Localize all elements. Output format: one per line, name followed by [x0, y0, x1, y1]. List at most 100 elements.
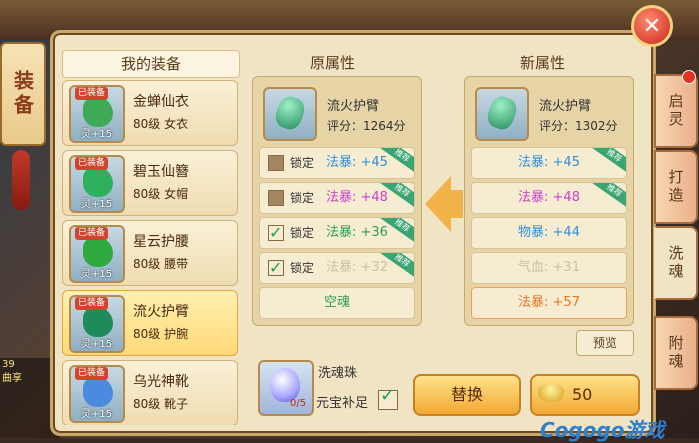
equipment-thumbnail: 已装备 灵+15 — [69, 155, 125, 213]
equipment-item[interactable]: 已装备 灵+15 星云护腰 80级 腰带 — [62, 220, 238, 286]
tab-label: 附魂 — [666, 335, 685, 371]
attr-text: 法暴: +36 — [326, 225, 388, 240]
equipment-list[interactable]: 已装备 灵+15 金蝉仙衣 80级 女衣 已装备 灵+15 碧玉仙簪 80级 女… — [62, 80, 238, 425]
attr-text: 法暴: +45 — [326, 155, 388, 170]
level-tag: 灵+15 — [81, 339, 113, 350]
soul-pearl-slot[interactable]: 0/5 — [258, 360, 314, 416]
clothes-icon — [83, 97, 113, 127]
equipment-item[interactable]: 已装备 灵+15 金蝉仙衣 80级 女衣 — [62, 80, 238, 146]
new-attr-row: 法暴: +45 推荐 — [471, 147, 627, 179]
level-tag: 灵+15 — [81, 409, 113, 420]
new-attr-panel: 流火护臂 评分：1302分 法暴: +45 推荐 法暴: +48 推荐 物暴: … — [464, 76, 634, 326]
equipment-name: 金蝉仙衣 — [133, 94, 189, 110]
lock-checkbox[interactable] — [268, 190, 284, 206]
original-attr-row: 锁定 法暴: +32 推荐 — [259, 252, 415, 284]
new-attr-title: 新属性 — [520, 54, 566, 72]
pearl-icon — [270, 368, 300, 402]
equipment-banner: 装备 — [0, 42, 46, 146]
equipped-badge: 已装备 — [75, 157, 109, 170]
equipment-meta: 80级 腰带 — [133, 257, 189, 271]
lock-label: 锁定 — [290, 156, 315, 170]
original-score: 评分：1264分 — [327, 119, 406, 133]
equipment-meta: 80级 靴子 — [133, 397, 189, 411]
new-equipment-thumb — [475, 87, 529, 141]
new-equipment-name: 流火护臂 — [539, 99, 592, 114]
lock-label: 锁定 — [290, 226, 315, 240]
boots-icon — [83, 377, 113, 407]
bracer-icon — [272, 93, 308, 133]
auto-fill-checkbox[interactable] — [378, 385, 398, 410]
banner-title: 装备 — [10, 70, 35, 118]
level-tag: 灵+15 — [81, 129, 113, 140]
bracer-icon — [83, 307, 113, 337]
lock-label: 锁定 — [290, 261, 315, 275]
gold-ingot-icon — [538, 384, 564, 402]
replace-button[interactable]: 替换 — [413, 374, 521, 416]
equipment-name: 星云护腰 — [133, 234, 189, 250]
arrow-left-icon — [425, 176, 451, 232]
original-attr-row: 锁定 法暴: +48 推荐 — [259, 182, 415, 214]
arrow-left-icon-tail — [451, 190, 463, 218]
level-tag: 灵+15 — [81, 269, 113, 280]
lock-checkbox-checked[interactable] — [268, 218, 284, 248]
wash-soul-cost-button[interactable]: 50 — [530, 374, 640, 416]
tab-qiling[interactable]: 启灵 — [654, 74, 698, 148]
tab-xihun[interactable]: 洗魂 — [654, 226, 698, 300]
original-attr-panel: 流火护臂 评分：1264分 锁定 法暴: +45 推荐 锁定 法暴: +48 推… — [252, 76, 422, 326]
equipped-badge: 已装备 — [75, 367, 109, 380]
new-attr-row: 物暴: +44 — [471, 217, 627, 249]
close-button[interactable]: ✕ — [631, 5, 673, 47]
equipment-thumbnail: 已装备 灵+15 — [69, 365, 125, 423]
tab-label: 启灵 — [666, 93, 685, 129]
pearl-name: 洗魂珠 — [318, 366, 358, 381]
equipment-item[interactable]: 已装备 灵+15 乌光神靴 80级 靴子 — [62, 360, 238, 425]
equipment-name: 流火护臂 — [133, 304, 189, 320]
equipment-item-selected[interactable]: 已装备 灵+15 流火护臂 80级 护腕 — [62, 290, 238, 356]
notification-dot — [682, 70, 696, 84]
new-attr-row: 法暴: +57 — [471, 287, 627, 319]
equipment-name: 乌光神靴 — [133, 374, 189, 390]
belt-icon — [83, 237, 113, 267]
original-attr-row: 锁定 法暴: +45 推荐 — [259, 147, 415, 179]
lock-checkbox[interactable] — [268, 155, 284, 171]
attr-text: 气血: +31 — [518, 260, 580, 275]
equipment-meta: 80级 护腕 — [133, 327, 189, 341]
empty-soul-label: 空魂 — [323, 295, 350, 310]
equipment-thumbnail: 已装备 灵+15 — [69, 295, 125, 353]
equipment-name: 碧玉仙簪 — [133, 164, 189, 180]
original-attr-row: 锁定 法暴: +36 推荐 — [259, 217, 415, 249]
original-equipment-thumb — [263, 87, 317, 141]
equipped-badge: 已装备 — [75, 87, 109, 100]
bracer-icon — [484, 93, 520, 133]
equipment-item[interactable]: 已装备 灵+15 碧玉仙簪 80级 女帽 — [62, 150, 238, 216]
cost-value: 50 — [572, 385, 593, 404]
tab-dazao[interactable]: 打造 — [654, 150, 698, 224]
tab-fuhun[interactable]: 附魂 — [654, 316, 698, 390]
empty-soul-row: 空魂 — [259, 287, 415, 319]
equipment-meta: 80级 女衣 — [133, 117, 189, 131]
preview-button[interactable]: 预览 — [576, 330, 634, 356]
my-equipment-title: 我的装备 — [62, 50, 240, 78]
equipment-meta: 80级 女帽 — [133, 187, 189, 201]
new-attr-row: 法暴: +48 推荐 — [471, 182, 627, 214]
watermark-logo: Cogogo游戏 — [540, 418, 665, 442]
attr-text: 法暴: +32 — [326, 260, 388, 275]
pearl-count: 0/5 — [290, 398, 307, 409]
tab-label: 洗魂 — [666, 245, 685, 281]
original-attr-title: 原属性 — [310, 54, 356, 72]
tassel-decoration — [12, 150, 30, 210]
new-attr-row: 气血: +31 — [471, 252, 627, 284]
attr-text: 法暴: +57 — [518, 295, 580, 310]
hat-icon — [83, 167, 113, 197]
lock-checkbox-checked[interactable] — [268, 253, 284, 283]
level-tag: 灵+15 — [81, 199, 113, 210]
lock-label: 锁定 — [290, 191, 315, 205]
original-equipment-name: 流火护臂 — [327, 99, 380, 114]
equipped-badge: 已装备 — [75, 227, 109, 240]
equipment-thumbnail: 已装备 灵+15 — [69, 85, 125, 143]
tab-label: 打造 — [666, 169, 685, 205]
attr-text: 物暴: +44 — [518, 225, 580, 240]
equipped-badge: 已装备 — [75, 297, 109, 310]
equipment-thumbnail: 已装备 灵+15 — [69, 225, 125, 283]
attr-text: 法暴: +48 — [326, 190, 388, 205]
